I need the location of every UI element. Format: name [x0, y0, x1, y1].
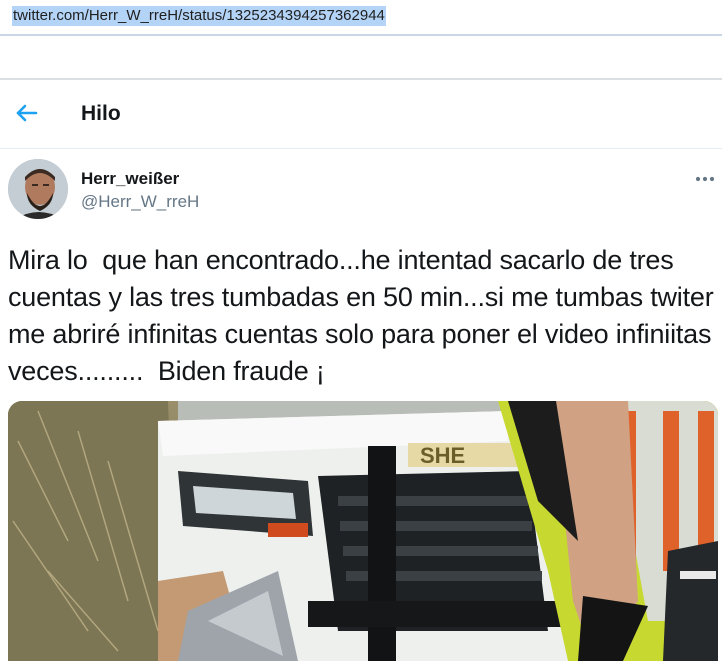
- thread-header: Hilo: [0, 80, 722, 149]
- page-title: Hilo: [81, 102, 121, 125]
- tweet: Herr_weißer @Herr_W_rreH Mira lo que han…: [0, 149, 722, 661]
- author-name[interactable]: Herr_weißer: [81, 168, 179, 190]
- url-text[interactable]: twitter.com/Herr_W_rreH/status/132523439…: [12, 6, 386, 26]
- tweet-text: Mira lo que han encontrado...he intentad…: [8, 245, 721, 386]
- vehicle-badge-text: SHE: [420, 443, 465, 468]
- avatar-image: [8, 159, 68, 219]
- avatar[interactable]: [8, 159, 68, 219]
- browser-content-gap: [0, 36, 722, 80]
- author-handle[interactable]: @Herr_W_rreH: [81, 191, 199, 213]
- more-options-button[interactable]: [692, 169, 718, 189]
- tweet-media-video[interactable]: SHE: [8, 401, 718, 661]
- video-frame: SHE: [8, 401, 718, 661]
- more-horizontal-icon: [695, 176, 715, 182]
- address-bar[interactable]: twitter.com/Herr_W_rreH/status/132523439…: [0, 0, 722, 36]
- back-button[interactable]: [10, 96, 44, 130]
- arrow-left-icon: [16, 104, 38, 122]
